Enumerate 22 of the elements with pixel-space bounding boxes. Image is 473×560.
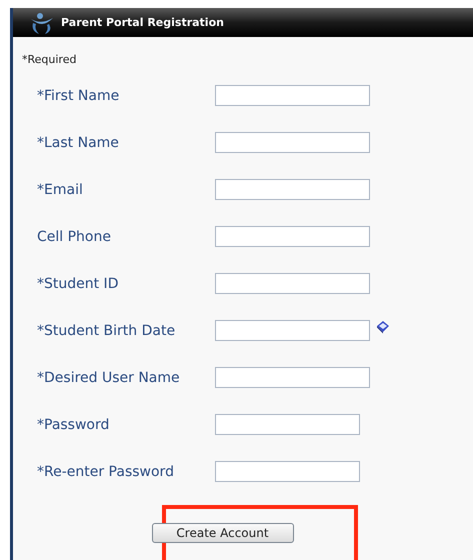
input-field[interactable] <box>215 367 370 388</box>
field-label: *First Name <box>36 88 120 104</box>
calendar-icon[interactable] <box>376 320 390 334</box>
field-label: *Re-enter Password <box>36 464 175 480</box>
field-label: *Student ID <box>36 276 120 292</box>
field-label: *Email <box>36 182 84 198</box>
input-field[interactable] <box>215 273 370 294</box>
field-label: *Student Birth Date <box>36 322 176 338</box>
input-field[interactable] <box>215 179 370 200</box>
input-field[interactable] <box>215 226 370 247</box>
field-label: *Password <box>36 416 110 432</box>
create-account-button[interactable]: Create Account <box>152 523 294 543</box>
field-label: *Desired User Name <box>36 370 181 386</box>
input-field[interactable] <box>215 85 370 106</box>
field-label: *Last Name <box>36 134 120 150</box>
required-note: *Required <box>22 53 78 67</box>
field-label: Cell Phone <box>36 228 112 244</box>
password-field[interactable] <box>215 414 360 435</box>
input-field[interactable] <box>215 132 370 153</box>
input-field[interactable] <box>215 320 370 341</box>
password-field[interactable] <box>215 461 360 482</box>
window-title: Parent Portal Registration <box>61 16 224 29</box>
